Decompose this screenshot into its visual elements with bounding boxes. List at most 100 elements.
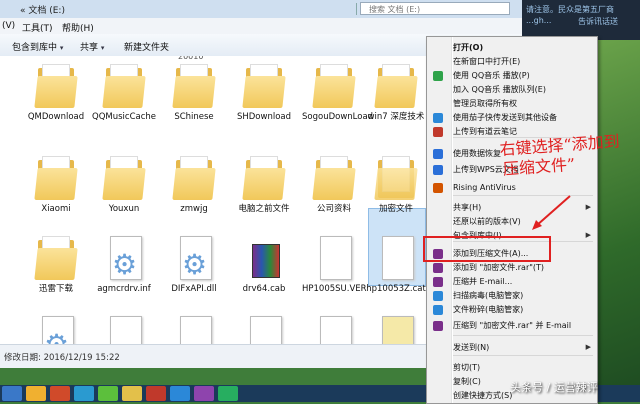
file-item[interactable] xyxy=(302,314,366,344)
folder-icon xyxy=(374,154,418,204)
folder-icon xyxy=(102,154,146,204)
config-file-icon: ⚙ xyxy=(34,314,78,344)
file-label: hp10053Z.cat xyxy=(366,284,426,294)
folder-item-selected[interactable]: 加密文件 xyxy=(364,154,428,215)
file-label: 加密文件 xyxy=(378,204,413,214)
file-label: Xiaomi xyxy=(41,204,71,214)
taskbar-app-icon[interactable] xyxy=(74,386,94,401)
file-label: win7 深度技术 xyxy=(367,112,425,122)
file-item[interactable] xyxy=(232,314,296,344)
file-label: 电脑之前文件 xyxy=(238,204,290,214)
file-label: 迅雷下载 xyxy=(38,284,73,294)
taskbar-app-icon[interactable] xyxy=(218,386,238,401)
background-text: ...gh... xyxy=(526,16,552,25)
context-menu-item[interactable]: 添加到 "加密文件.rar"(T) xyxy=(427,261,597,275)
menu-bar: (V) 工具(T) 帮助(H) xyxy=(0,18,522,35)
file-label: QQMusicCache xyxy=(92,112,156,122)
context-menu-item[interactable]: 加入 QQ音乐 播放队列(E) xyxy=(427,83,597,97)
file-item[interactable] xyxy=(162,314,226,344)
modified-date: 修改日期: 2016/12/19 15:22 xyxy=(4,353,120,363)
submenu-arrow-icon: ▶ xyxy=(585,231,591,239)
note-icon xyxy=(433,127,443,137)
folder-item[interactable]: QMDownload xyxy=(24,62,88,123)
menu-tools[interactable]: 工具(T) xyxy=(22,21,53,34)
taskbar-app-icon[interactable] xyxy=(50,386,70,401)
folder-item[interactable]: 迅雷下载 xyxy=(24,234,88,295)
taskbar-app-icon[interactable] xyxy=(26,386,46,401)
include-in-library-button[interactable]: 包含到库中 ▾ xyxy=(12,40,63,53)
folder-item[interactable]: QQMusicCache xyxy=(92,62,156,123)
file-item[interactable]: hp10053Z.cat xyxy=(364,234,428,295)
new-folder-button[interactable]: 新建文件夹 xyxy=(124,40,169,53)
context-menu-item-label: 使用数据恢复 xyxy=(453,149,501,158)
address-path[interactable]: « 文档 (E:) xyxy=(20,3,65,16)
blank-file-icon xyxy=(242,314,286,344)
folder-item[interactable]: Youxun xyxy=(92,154,156,215)
file-item[interactable]: drv64.cab xyxy=(232,234,296,295)
taskbar-app-icon[interactable] xyxy=(170,386,190,401)
file-item[interactable]: ⚙ DIFxAPI.dll xyxy=(162,234,226,295)
file-item[interactable] xyxy=(364,314,428,344)
context-menu-item[interactable]: 在新窗口中打开(E) xyxy=(427,55,597,69)
desktop-wallpaper xyxy=(595,40,640,385)
context-menu-item-label: 在新窗口中打开(E) xyxy=(453,57,521,66)
file-label: 公司资料 xyxy=(316,204,351,214)
context-menu-item[interactable]: 使用 QQ音乐 播放(P) xyxy=(427,69,597,83)
share-button[interactable]: 共享 ▾ xyxy=(80,40,104,53)
taskbar-app-icon[interactable] xyxy=(98,386,118,401)
context-menu-item[interactable]: 压缩到 "加密文件.rar" 并 E-mail xyxy=(427,319,597,333)
folder-item[interactable]: SHDownload xyxy=(232,62,296,123)
taskbar-app-icon[interactable] xyxy=(122,386,142,401)
folder-item[interactable]: Xiaomi xyxy=(24,154,88,215)
winrar-icon xyxy=(433,321,443,331)
taskbar-app-icon[interactable] xyxy=(194,386,214,401)
context-menu-item[interactable]: 打开(O) xyxy=(427,41,597,55)
background-text: 请注意。民众是第五厂商 xyxy=(526,5,614,14)
context-menu-item[interactable]: 剪切(T) xyxy=(427,361,597,375)
folder-icon xyxy=(242,62,286,112)
folder-icon xyxy=(34,62,78,112)
menu-separator xyxy=(453,335,593,336)
address-separator xyxy=(356,3,357,15)
context-menu-item-label: 还原以前的版本(V) xyxy=(453,217,521,226)
start-button[interactable] xyxy=(2,386,22,401)
winrar-icon xyxy=(433,277,443,287)
context-menu-item[interactable]: 发送到(N) ▶ xyxy=(427,341,597,355)
file-item[interactable]: ⚙ agmcrdrv.inf xyxy=(92,234,156,295)
context-menu-item[interactable]: 文件粉碎(电脑管家) xyxy=(427,303,597,317)
blank-file-icon xyxy=(102,314,146,344)
highlight-box xyxy=(423,236,551,262)
folder-item[interactable]: 电脑之前文件 xyxy=(232,154,296,215)
menu-view[interactable]: (V) xyxy=(2,21,15,31)
context-menu-item-label: 发送到(N) xyxy=(453,343,490,352)
desktop-background-top: 请注意。民众是第五厂商 ...gh... 告诉讯话送 xyxy=(520,0,640,40)
context-menu-item[interactable]: 使用茄子快传发送到其他设备 xyxy=(427,111,597,125)
menu-help[interactable]: 帮助(H) xyxy=(62,21,94,34)
folder-item[interactable]: win7 深度技术 xyxy=(364,62,428,123)
folder-item[interactable]: zmwjg xyxy=(162,154,226,215)
search-input[interactable]: 搜索 文档 (E:) xyxy=(360,2,510,15)
context-menu-item-label: 压缩并 E-mail... xyxy=(453,277,513,286)
folder-item[interactable]: 公司资料 xyxy=(302,154,366,215)
file-item[interactable]: ⚙ xyxy=(24,314,88,344)
winrar-archive-icon xyxy=(242,234,286,284)
context-menu-item-label: 扫描病毒(电脑管家) xyxy=(453,291,524,300)
file-label: SChinese xyxy=(174,112,214,122)
taskbar-app-icon[interactable] xyxy=(146,386,166,401)
file-label: HP1005SU.VER xyxy=(302,284,367,294)
menu-separator xyxy=(453,355,593,356)
file-label: SogouDownLoad xyxy=(302,112,374,122)
file-label: drv64.cab xyxy=(242,284,286,294)
cloud-icon xyxy=(433,165,443,175)
submenu-arrow-icon: ▶ xyxy=(585,343,591,351)
folder-item[interactable]: SogouDownLoad xyxy=(302,62,374,123)
file-item[interactable] xyxy=(92,314,156,344)
partial-label: 20010 xyxy=(178,56,204,61)
context-menu-item[interactable]: 管理员取得所有权 xyxy=(427,97,597,111)
context-menu-item[interactable]: 扫描病毒(电脑管家) xyxy=(427,289,597,303)
file-item[interactable]: HP1005SU.VER xyxy=(302,234,367,295)
context-menu-item[interactable]: 压缩并 E-mail... xyxy=(427,275,597,289)
scan-icon xyxy=(433,291,443,301)
folder-item[interactable]: SChinese xyxy=(162,62,226,123)
folder-icon xyxy=(312,62,356,112)
